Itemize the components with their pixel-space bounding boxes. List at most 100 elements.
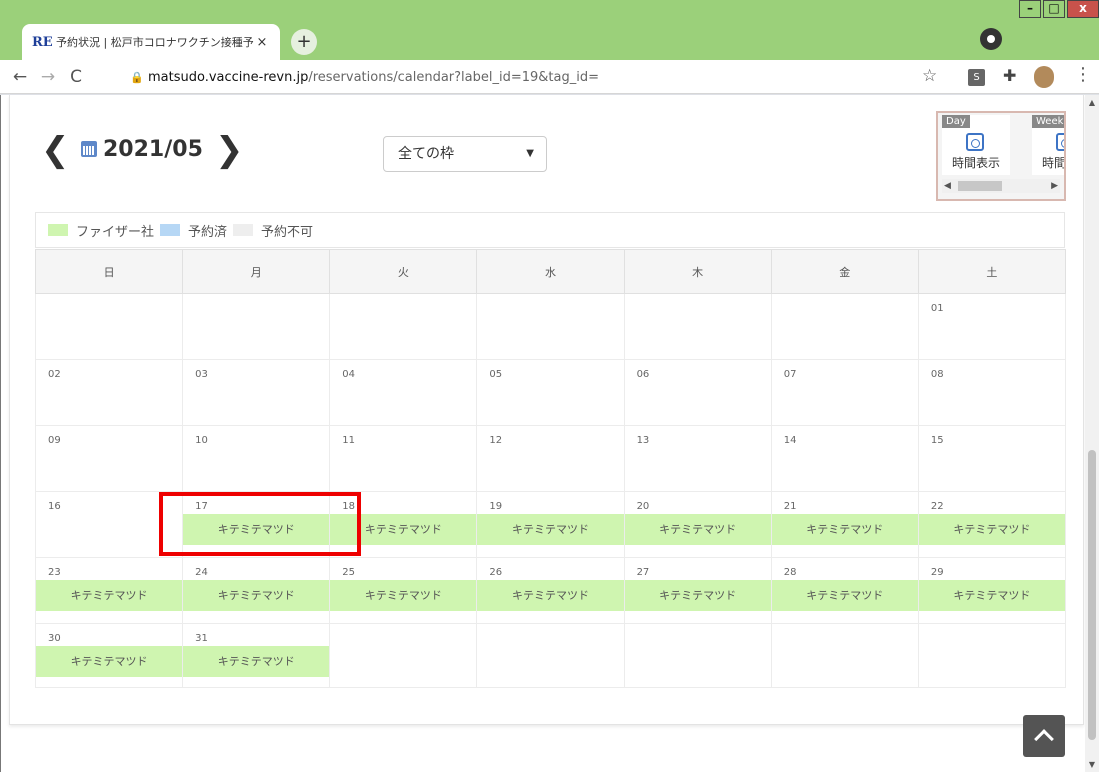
day-number: 26 [489,567,503,578]
calendar-day-cell[interactable]: 02 [34,359,184,426]
vaccine-slot-event[interactable]: キテミテマツド [183,580,330,611]
calendar-day-cell[interactable]: 10 [182,425,331,492]
reload-icon[interactable]: C [62,67,90,87]
vaccine-slot-event[interactable]: キテミテマツド [771,514,918,545]
calendar-day-cell [917,623,1067,688]
calendar-day-cell [329,293,478,360]
calendar-day-cell[interactable]: 09 [34,425,184,492]
highlight-annotation [159,492,361,556]
vaccine-slot-event[interactable]: キテミテマツド [624,514,771,545]
minimize-window-button[interactable]: – [1019,0,1041,18]
day-number: 28 [783,567,797,578]
calendar-day-cell[interactable]: 31 キテミテマツド [182,623,331,688]
calendar-day-cell[interactable]: 26 キテミテマツド [476,557,625,624]
vaccine-slot-event[interactable]: キテミテマツド [330,580,477,611]
day-number: 24 [195,567,208,578]
calendar-day-cell[interactable]: 27 キテミテマツド [623,557,772,624]
browser-tab[interactable]: RE 予約状況 | 松戸市コロナワクチン接種予 × [22,24,280,60]
address-bar[interactable]: 🔒 matsudo.vaccine-revn.jp/reservations/c… [130,64,960,90]
calendar-day-cell[interactable]: 24 キテミテマツド [182,557,331,624]
day-badge: Day [942,115,970,128]
calendar-day-cell[interactable]: 04 [329,359,478,426]
view-switcher-scroll-thumb[interactable] [958,181,1002,191]
calendar-day-cell[interactable]: 22 キテミテマツド [917,491,1067,558]
calendar-day-cell[interactable]: 08 [917,359,1067,426]
calendar-day-cell[interactable]: 11 [329,425,478,492]
calendar-day-cell[interactable]: 13 [623,425,772,492]
day-number: 01 [930,303,944,314]
calendar-day-cell[interactable]: 06 [623,359,772,426]
calendar-day-cell[interactable]: 20 キテミテマツド [623,491,772,558]
extension-s-icon[interactable]: S [968,69,985,86]
scroll-to-top-button[interactable] [1023,715,1065,757]
browser-menu-icon[interactable]: ⋮ [1074,64,1092,85]
back-arrow-icon[interactable]: ← [6,67,34,87]
day-number: 21 [783,501,797,512]
weekday-header: 日 [34,249,184,294]
day-number: 30 [48,633,61,644]
forward-arrow-icon[interactable]: → [34,67,62,87]
day-number: 25 [342,567,356,578]
vaccine-slot-event[interactable]: キテミテマツド [36,646,183,677]
calendar-day-cell[interactable]: 01 [917,293,1067,360]
vaccine-slot-event[interactable]: キテミテマツド [624,580,771,611]
maximize-window-button[interactable]: □ [1043,0,1065,18]
day-number: 04 [342,369,356,380]
site-favicon-icon: RE [32,34,53,50]
scroll-up-icon[interactable]: ▲ [1085,98,1099,107]
day-number: 07 [783,369,797,380]
vaccine-slot-event[interactable]: キテミテマツド [477,514,624,545]
vaccine-slot-event[interactable]: キテミテマツド [477,580,624,611]
scrollbar-thumb[interactable] [1088,450,1096,740]
calendar-day-cell[interactable]: 30 キテミテマツド [34,623,184,688]
day-number: 31 [195,633,208,644]
view-switcher-scrollbar[interactable]: ◀ ▶ [942,179,1060,193]
scroll-right-icon[interactable]: ▶ [1051,179,1058,193]
browser-profile-icon[interactable] [980,28,1002,50]
vaccine-slot-event[interactable]: キテミテマツド [771,580,918,611]
day-number: 11 [342,435,356,446]
calendar-day-cell [329,623,478,688]
page-scrollbar[interactable]: ▲ ▼ [1085,95,1099,772]
legend-item: 予約済 [160,221,227,240]
calendar-day-cell[interactable]: 12 [476,425,625,492]
week-badge: Week [1032,115,1064,128]
scroll-left-icon[interactable]: ◀ [944,179,951,193]
new-tab-button[interactable]: + [291,29,317,55]
tab-close-icon[interactable]: × [254,35,270,50]
calendar-day-cell[interactable]: 19 キテミテマツド [476,491,625,558]
vaccine-slot-event[interactable]: キテミテマツド [183,646,330,677]
lock-icon[interactable]: 🔒 [130,71,148,84]
calendar-day-cell[interactable]: 23 キテミテマツド [34,557,184,624]
vaccine-slot-event[interactable]: キテミテマツド [918,580,1065,611]
prev-month-button[interactable]: ❮ [41,130,70,170]
calendar-day-cell[interactable]: 28 キテミテマツド [770,557,919,624]
day-number: 08 [930,369,944,380]
day-view-button[interactable]: Day 時間表示 [942,115,1010,175]
extensions-puzzle-icon[interactable]: ✚ [1003,66,1016,85]
legend: ファイザー社 予約済 予約不可 [35,212,1065,248]
calendar-day-cell [623,293,772,360]
calendar-day-cell[interactable]: 15 [917,425,1067,492]
calendar-day-cell[interactable]: 07 [770,359,919,426]
calendar-day-cell[interactable]: 14 [770,425,919,492]
close-window-button[interactable]: x [1067,0,1099,18]
calendar-day-cell [34,293,184,360]
calendar-day-cell[interactable]: 21 キテミテマツド [770,491,919,558]
scroll-down-icon[interactable]: ▼ [1085,760,1099,769]
calendar-day-cell[interactable]: 29 キテミテマツド [917,557,1067,624]
vaccine-slot-event[interactable]: キテミテマツド [918,514,1065,545]
bookmark-star-icon[interactable]: ☆ [922,66,937,86]
user-avatar[interactable] [1034,66,1054,88]
chevron-down-icon: ▼ [526,148,534,159]
week-view-button[interactable]: Week 時間表示 [1032,115,1064,175]
legend-swatch [48,224,68,236]
next-month-button[interactable]: ❯ [215,130,244,170]
day-number: 20 [636,501,650,512]
calendar-day-cell[interactable]: 05 [476,359,625,426]
calendar-day-cell [770,293,919,360]
vaccine-slot-event[interactable]: キテミテマツド [36,580,183,611]
calendar-day-cell[interactable]: 25 キテミテマツド [329,557,478,624]
calendar-day-cell[interactable]: 03 [182,359,331,426]
slot-filter-select[interactable]: 全ての枠 ▼ [383,136,547,172]
